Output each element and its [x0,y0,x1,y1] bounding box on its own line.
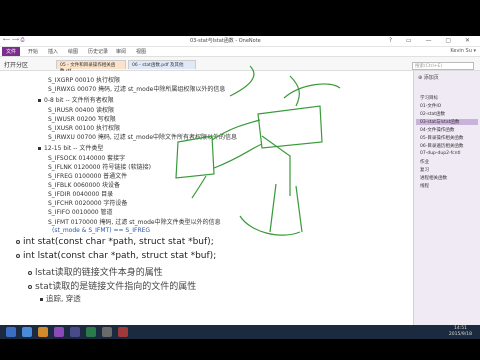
notebook-toolbar: 打开分区 05 - 文件和目录操作相关函数.rtf 06 - stat函数.pd… [0,57,480,74]
page-item[interactable]: 05-目录操作相关函数 [420,135,463,141]
note-line: S_IFCHR 0020000 字符设备 [48,200,128,207]
page-item[interactable]: 进程相关函数 [420,175,447,181]
note-line: S_IRWXU 00700 掩码, 过滤 st_mode中除文件所有者权限以外的… [48,134,238,141]
quick-access-toolbar[interactable]: ⟵ ⟶ ⎙ [3,37,25,43]
note-line: (st_mode & S_IFMT) == S_IFREG [52,227,151,234]
tab-review[interactable]: 审阅 [116,48,126,55]
note-line: S_IXUSR 00100 执行权限 [48,125,120,132]
folder-icon[interactable] [38,327,48,337]
open-section-button[interactable]: 打开分区 [4,60,28,69]
window-title: 03-stat与lstat函数 - OneNote [190,38,261,44]
note-line: S_IWUSR 00200 写权限 [48,116,116,123]
title-bar: ⟵ ⟶ ⎙ 03-stat与lstat函数 - OneNote ? ▭ — ▢ … [0,36,480,47]
tab-home[interactable]: 开始 [28,48,38,55]
taskbar: 14:51 2015/9/18 [0,325,480,339]
note-line: S_IXGRP 00010 执行权限 [48,77,121,84]
page-item[interactable]: 01-文件IO [420,103,441,109]
note-line: S_IFDIR 0040000 目录 [48,191,114,198]
page-item[interactable]: 作业 [420,159,429,165]
tab-history[interactable]: 历史记录 [88,48,108,55]
bullet-note: stat读取的是链接文件指向的文件的属性 [28,279,196,292]
system-clock[interactable]: 14:51 2015/9/18 [449,326,472,338]
onenote-window: ⟵ ⟶ ⎙ 03-stat与lstat函数 - OneNote ? ▭ — ▢ … [0,36,480,326]
page-item[interactable]: 复习 [420,167,429,173]
note-line: S_IFIFO 0010000 管道 [48,209,113,216]
add-page-button[interactable]: ⊕ 添加页 [418,74,439,81]
page-item[interactable]: 线程 [420,183,429,189]
note-heading: 0-8 bit -- 文件所有者权限 [38,95,114,104]
app-icon[interactable] [102,327,112,337]
note-page[interactable]: S_IXGRP 00010 执行权限 S_IRWXG 00070 掩码, 过滤 … [0,71,413,326]
note-line: S_IRUSR 00400 读权限 [48,107,115,114]
app-icon[interactable] [70,327,80,337]
function-signature: int stat(const char *path, struct stat *… [16,237,214,247]
browser-icon[interactable] [22,327,32,337]
function-signature: int lstat(const char *path, struct stat … [16,251,216,261]
onenote-icon[interactable] [54,327,64,337]
tab-view[interactable]: 视图 [136,48,146,55]
search-input[interactable]: 搜索(Ctrl+E) [412,62,474,70]
page-item[interactable]: 07-dup-dup2-fcntl [420,151,461,156]
start-icon[interactable] [6,327,16,337]
file-tab[interactable]: 文件 [2,47,21,56]
page-item-selected[interactable]: 03-stat与lstat函数 [416,119,478,125]
section-tab-1[interactable]: 05 - 文件和目录操作相关函数.rtf [56,60,126,74]
user-account[interactable]: Kevin Su ▾ [450,48,476,54]
app-icon[interactable] [118,327,128,337]
page-item[interactable]: 04-文件操作函数 [420,127,454,133]
page-item[interactable]: 学习目标 [420,95,438,101]
note-line: S_IFLNK 0120000 符号链接 (软链接) [48,164,151,171]
note-line: S_IFBLK 0060000 块设备 [48,182,120,189]
note-line: S_IRWXG 00070 掩码, 过滤 st_mode中除所属组权限以外的信息 [48,86,226,93]
note-heading: 12-15 bit -- 文件类型 [38,143,103,152]
app-icon[interactable] [86,327,96,337]
window-controls[interactable]: ? ▭ — ▢ ✕ [389,37,476,44]
note-line: S_IFREG 0100000 普通文件 [48,173,128,180]
bullet-note: lstat读取的链接文件本身的属性 [28,265,163,278]
tab-draw[interactable]: 绘图 [68,48,78,55]
ribbon-tabs: 文件 开始 插入 绘图 历史记录 审阅 视图 Kevin Su ▾ [0,47,480,57]
page-item[interactable]: 06-目录遍历相关函数 [420,143,463,149]
page-item[interactable]: 02-stat函数 [420,111,445,117]
note-line: S_IFMT 0170000 掩码, 过滤 st_mode中除文件类型以外的信息 [48,219,221,226]
page-list-pane: ⊕ 添加页 学习目标 01-文件IO 02-stat函数 03-stat与lst… [413,71,480,326]
sub-note: 追踪, 穿透 [40,293,81,304]
note-line: S_IFSOCK 0140000 套接字 [48,155,126,162]
tab-insert[interactable]: 插入 [48,48,58,55]
section-tab-2[interactable]: 06 - stat函数.pdf 及其他 [128,60,196,69]
